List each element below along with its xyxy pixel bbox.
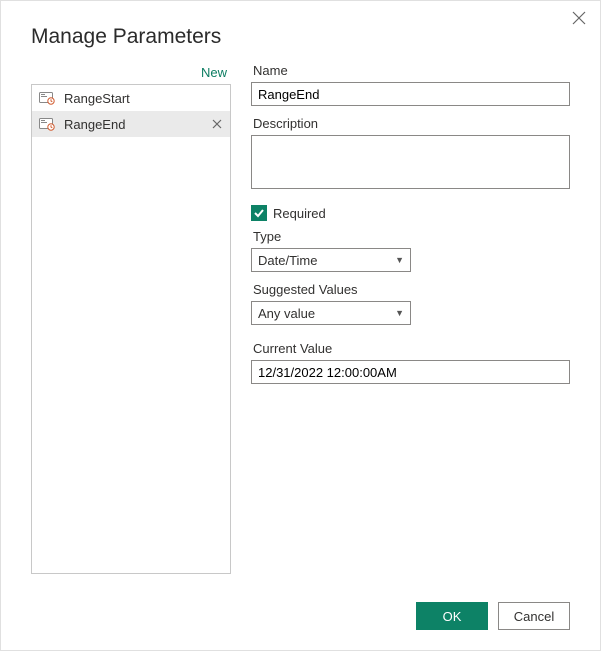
description-input[interactable]: [251, 135, 570, 189]
type-select[interactable]: Date/Time ▼: [251, 248, 411, 272]
required-label: Required: [273, 206, 326, 221]
parameter-item-label: RangeEnd: [64, 117, 125, 132]
delete-parameter-icon[interactable]: [210, 117, 224, 132]
description-label: Description: [253, 116, 570, 131]
parameter-item-label: RangeStart: [64, 91, 130, 106]
parameter-item-rangestart[interactable]: RangeStart: [32, 85, 230, 111]
type-value: Date/Time: [258, 253, 317, 268]
parameter-icon: [38, 116, 56, 132]
name-label: Name: [253, 63, 570, 78]
type-label: Type: [253, 229, 570, 244]
suggested-values-label: Suggested Values: [253, 282, 570, 297]
cancel-button[interactable]: Cancel: [498, 602, 570, 630]
current-value-input[interactable]: [251, 360, 570, 384]
chevron-down-icon: ▼: [395, 255, 404, 265]
suggested-values-select[interactable]: Any value ▼: [251, 301, 411, 325]
parameter-list: RangeStart RangeEnd: [31, 84, 231, 574]
parameter-icon: [38, 90, 56, 106]
dialog-title: Manage Parameters: [31, 25, 600, 49]
suggested-values-value: Any value: [258, 306, 315, 321]
required-checkbox[interactable]: [251, 205, 267, 221]
ok-button[interactable]: OK: [416, 602, 488, 630]
chevron-down-icon: ▼: [395, 308, 404, 318]
new-parameter-link[interactable]: New: [31, 63, 231, 84]
name-input[interactable]: [251, 82, 570, 106]
close-icon[interactable]: [572, 11, 586, 30]
manage-parameters-dialog: Manage Parameters New RangeStart RangeEn…: [0, 0, 601, 651]
current-value-label: Current Value: [253, 341, 570, 356]
parameter-item-rangeend[interactable]: RangeEnd: [32, 111, 230, 137]
